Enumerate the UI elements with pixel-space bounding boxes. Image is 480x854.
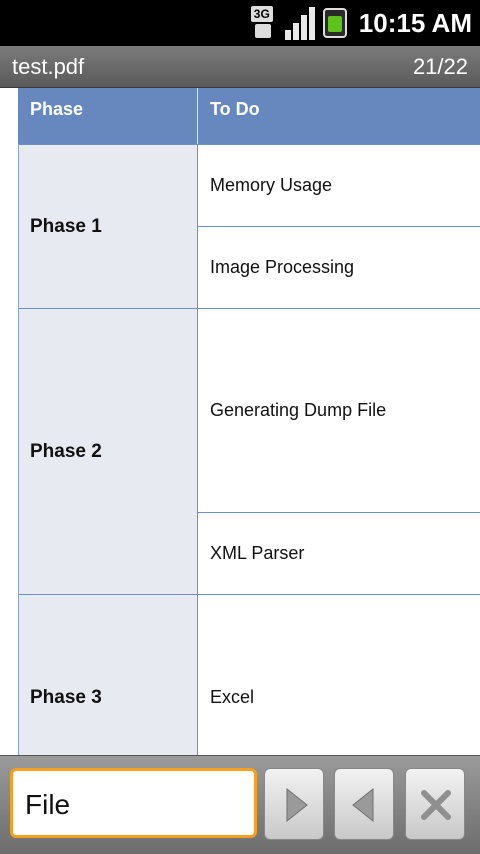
table-row: Phase 3 Excel xyxy=(18,594,480,755)
document-title: test.pdf xyxy=(12,54,85,79)
header-todo: To Do xyxy=(210,99,260,119)
table-row: Phase 1 Memory Usage Image Processing xyxy=(18,144,480,308)
title-bar: test.pdf 21/22 xyxy=(0,46,480,88)
pdf-page[interactable]: Phase To Do Phase 1 Memory Usage Image P… xyxy=(0,88,480,755)
find-bar: File xyxy=(0,755,480,854)
signal-icon xyxy=(284,6,317,40)
next-button[interactable] xyxy=(264,768,324,840)
todo-cell: Memory Usage xyxy=(198,145,480,227)
3g-icon: 3G xyxy=(250,6,279,40)
phase-cell: Phase 1 xyxy=(18,145,198,308)
search-input[interactable]: File xyxy=(10,768,257,838)
table-border xyxy=(18,144,19,755)
status-bar: 3G 10:15 AM xyxy=(0,0,480,46)
table-row: Phase 2 Generating Dump File XML Parser xyxy=(18,308,480,594)
table-header: Phase To Do xyxy=(18,88,480,144)
todo-cell: Generating Dump File xyxy=(198,309,480,513)
todo-cell: Excel xyxy=(210,687,255,707)
previous-button[interactable] xyxy=(334,768,394,840)
todo-cell: XML Parser xyxy=(210,543,305,563)
clock: 10:15 AM xyxy=(358,7,472,38)
previous-icon xyxy=(352,787,374,823)
close-button[interactable] xyxy=(405,768,465,840)
phase-table: Phase To Do Phase 1 Memory Usage Image P… xyxy=(18,88,480,755)
header-phase: Phase xyxy=(18,88,198,144)
battery-icon xyxy=(322,8,347,38)
todo-cell: Image Processing xyxy=(210,257,355,277)
page-counter: 21/22 xyxy=(412,54,468,79)
phase-cell: Phase 3 xyxy=(18,595,198,755)
phase-cell: Phase 2 xyxy=(18,309,198,594)
close-icon xyxy=(421,790,451,820)
next-icon xyxy=(286,787,308,823)
